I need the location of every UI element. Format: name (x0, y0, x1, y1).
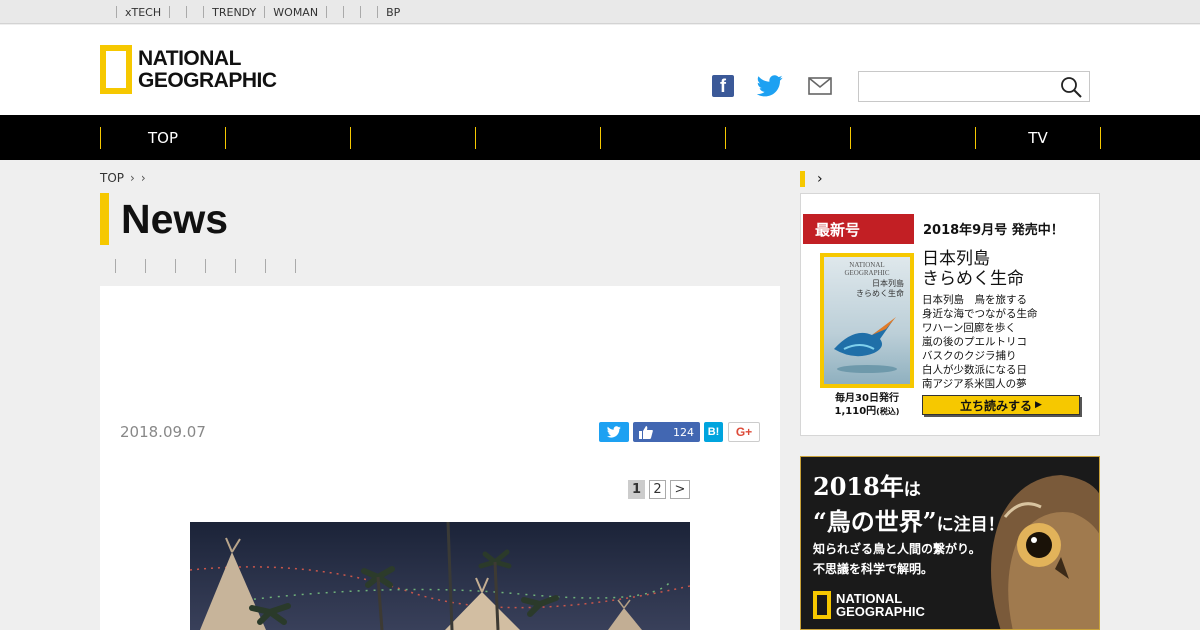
util-link-xtech[interactable]: xTECH (117, 6, 169, 19)
logo-text: NATIONAL GEOGRAPHIC (138, 46, 277, 92)
issue-schedule: 毎月30日発行 (835, 393, 899, 404)
banner-year-suffix: は (903, 480, 921, 500)
main-nav: TOP TV (0, 115, 1200, 160)
logo-yellow-frame-icon (813, 591, 831, 619)
sidebar-accent-bar (800, 171, 805, 187)
search-input[interactable] (859, 72, 1054, 101)
nav-item-4[interactable] (475, 127, 600, 149)
tag-item[interactable] (145, 259, 175, 273)
logo-line1: NATIONAL (138, 46, 241, 70)
banner-logo: NATIONAL GEOGRAPHIC (813, 591, 925, 619)
site-header: NATIONAL GEOGRAPHIC f (0, 25, 1200, 115)
chevron-right-icon: › (140, 171, 146, 185)
site-logo[interactable]: NATIONAL GEOGRAPHIC (100, 45, 277, 94)
tag-item[interactable] (205, 259, 235, 273)
contents-item: 白人が少数派になる日 (922, 364, 1027, 376)
issue-price-value: 1,110円 (834, 406, 877, 417)
banner-sub-line2: 不思議を科学で解明。 (813, 562, 934, 576)
hatena-bookmark-button[interactable]: B! (704, 422, 723, 442)
mail-icon[interactable] (808, 75, 832, 97)
cover-image: NATIONAL GEOGRAPHIC 日本列島 きらめく生命 (824, 257, 910, 384)
nav-item-5[interactable] (600, 127, 725, 149)
preview-read-button[interactable]: 立ち読みする ▶ (922, 395, 1080, 415)
like-count: 124 (673, 425, 694, 439)
contents-item: 嵐の後のプエルトリコ (922, 336, 1027, 348)
magazine-contents: 日本列島 鳥を旅する 身近な海でつながる生命 ワハーン回廊を歩く 嵐の後のプエル… (922, 293, 1038, 391)
banner-headline2: “鳥の世界” (813, 507, 937, 536)
twitter-icon (607, 426, 621, 438)
contents-item: 日本列島 鳥を旅する (922, 294, 1027, 306)
magazine-cover[interactable]: NATIONAL GEOGRAPHIC 日本列島 きらめく生命 (820, 253, 914, 388)
contents-item: バスクのクジラ捕り (922, 350, 1017, 362)
nav-item-7[interactable] (850, 127, 975, 149)
search-icon[interactable] (1059, 75, 1083, 99)
divider (169, 6, 171, 18)
magazine-headline: 日本列島 きらめく生命 (922, 249, 1024, 289)
thumbs-up-icon (639, 425, 653, 439)
twitter-icon[interactable] (757, 75, 783, 97)
banner-subtext: 知られざる鳥と人間の繋がり。 不思議を科学で解明。 (813, 539, 981, 579)
tag-item[interactable] (265, 259, 295, 273)
title-accent-bar (100, 193, 109, 245)
latest-issue-badge: 最新号 (803, 214, 914, 244)
breadcrumb: TOP › › (100, 171, 146, 185)
contents-item: 身近な海でつながる生命 (922, 308, 1038, 320)
tag-divider (295, 259, 296, 273)
owl-illustration (991, 475, 1099, 629)
chevron-right-icon[interactable]: › (817, 171, 823, 187)
nav-item-3[interactable] (350, 127, 475, 149)
logo-yellow-frame-icon (100, 45, 132, 94)
tag-item[interactable] (235, 259, 265, 273)
cta-label: 立ち読みする (960, 398, 1033, 413)
promo-banner[interactable]: 2018年は “鳥の世界”に注目！ 知られざる鳥と人間の繋がり。 不思議を科学で… (800, 456, 1100, 630)
google-plus-button[interactable]: G+ (728, 422, 760, 442)
article-card: 2018.09.07 124 B! G+ 1 2 > (100, 286, 780, 630)
release-info: 2018年9月号 発売中！ (923, 223, 1064, 238)
breadcrumb-top-link[interactable]: TOP (100, 171, 124, 185)
facebook-icon[interactable]: f (712, 75, 734, 97)
chevron-right-icon: › (130, 171, 135, 185)
contents-item: ワハーン回廊を歩く (922, 322, 1016, 334)
issue-price: 1,110円(税込) (820, 405, 914, 418)
next-page-button[interactable]: > (670, 480, 690, 499)
facebook-like-button[interactable]: 124 (633, 422, 700, 442)
banner-sub-line1: 知られざる鳥と人間の繋がり。 (813, 542, 981, 556)
tag-item[interactable] (115, 259, 145, 273)
utility-bar: xTECH TRENDY WOMAN BP (0, 0, 1200, 24)
banner-logo-text: NATIONAL GEOGRAPHIC (836, 592, 925, 618)
article-date: 2018.09.07 (120, 423, 206, 441)
nav-divider (1100, 127, 1101, 149)
article-photo (190, 522, 690, 630)
headline-line1: 日本列島 (922, 249, 990, 269)
nav-item-2[interactable] (225, 127, 350, 149)
magazine-promo: 最新号 2018年9月号 発売中！ NATIONAL GEOGRAPHIC 日本… (800, 193, 1100, 436)
divider (360, 6, 362, 18)
nav-item-6[interactable] (725, 127, 850, 149)
util-link-bp[interactable]: BP (378, 6, 408, 19)
search-box (858, 71, 1090, 102)
nav-item-top[interactable]: TOP (100, 127, 225, 149)
nav-item-tv[interactable]: TV (975, 127, 1100, 149)
issue-tax: (税込) (876, 407, 900, 416)
share-twitter-button[interactable] (599, 422, 629, 442)
category-tags (115, 259, 296, 273)
banner-year: 2018年 (813, 472, 904, 501)
banner-logo-line2: GEOGRAPHIC (836, 604, 925, 619)
page-title: News (121, 196, 229, 242)
kingfisher-illustration (834, 317, 897, 373)
divider (186, 6, 188, 18)
divider (343, 6, 345, 18)
divider (326, 6, 328, 18)
page-1-button[interactable]: 1 (628, 480, 645, 499)
util-link-trendy[interactable]: TRENDY (204, 6, 264, 19)
contents-item: 南アジア系米国人の夢 (922, 378, 1027, 390)
tag-item[interactable] (175, 259, 205, 273)
logo-line2: GEOGRAPHIC (138, 68, 277, 92)
triangle-right-icon: ▶ (1035, 400, 1042, 410)
util-link-woman[interactable]: WOMAN (265, 6, 326, 19)
utility-links: xTECH TRENDY WOMAN BP (116, 0, 408, 24)
headline-line2: きらめく生命 (922, 269, 1024, 289)
issue-info: 毎月30日発行 1,110円(税込) (820, 392, 914, 418)
page-2-button[interactable]: 2 (649, 480, 666, 499)
